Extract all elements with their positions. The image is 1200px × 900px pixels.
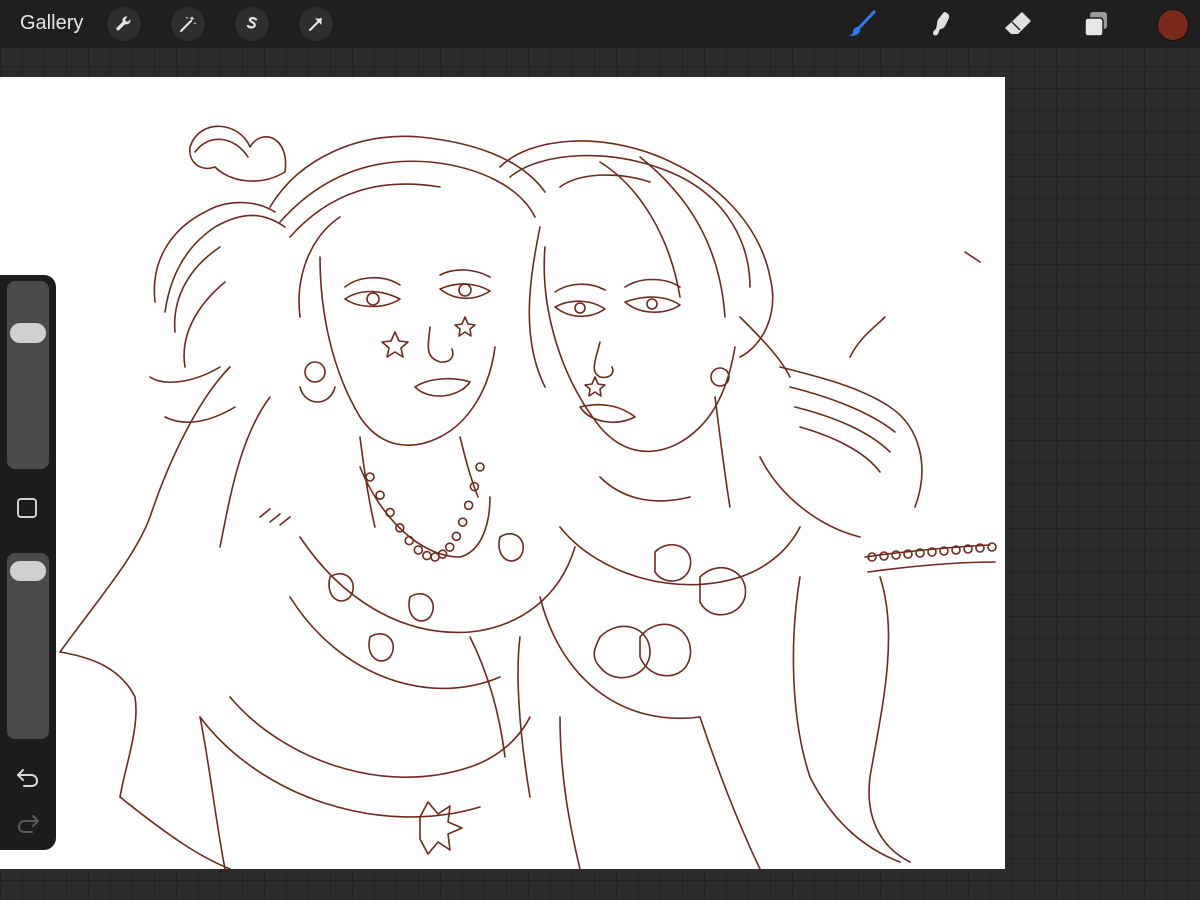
smudge-icon (933, 12, 950, 36)
bead (475, 462, 485, 472)
transform-arrow-icon (309, 18, 322, 31)
bead (457, 517, 468, 527)
layers-icon (1084, 12, 1107, 37)
modify-button[interactable] (17, 498, 37, 518)
transform-button[interactable] (299, 7, 333, 41)
eraser-tool-button[interactable] (1002, 8, 1034, 40)
bead (463, 500, 474, 511)
gallery-button[interactable]: Gallery (20, 12, 83, 35)
bead (430, 552, 440, 562)
selection-s-icon (246, 17, 258, 29)
bead (385, 507, 395, 518)
smudge-tool-button[interactable] (924, 8, 956, 40)
redo-icon (17, 815, 39, 833)
bead (413, 545, 424, 555)
left-sidebar (0, 275, 56, 850)
bead (879, 551, 889, 561)
selection-button[interactable] (235, 7, 269, 41)
top-toolbar: Gallery (0, 0, 1200, 48)
bead (444, 542, 455, 552)
brush-tool-button[interactable] (846, 8, 878, 40)
color-picker-button[interactable] (1157, 9, 1189, 41)
actions-button[interactable] (107, 7, 141, 41)
undo-button[interactable] (14, 763, 42, 791)
bead (365, 472, 375, 482)
redo-button[interactable] (14, 809, 42, 837)
opacity-slider[interactable] (7, 553, 49, 739)
bead (375, 490, 385, 500)
layers-button[interactable] (1080, 8, 1112, 40)
undo-icon (17, 769, 39, 787)
line-art-sketch (59, 125, 997, 869)
wrench-icon (116, 16, 131, 31)
brush-icon (849, 10, 876, 36)
brush-size-slider[interactable] (7, 281, 49, 469)
brush-size-thumb[interactable] (10, 323, 46, 343)
bead (404, 535, 415, 546)
bead (422, 550, 432, 561)
drawing-canvas[interactable] (0, 77, 1005, 869)
bead (451, 531, 462, 542)
bead (987, 542, 997, 552)
opacity-thumb[interactable] (10, 561, 46, 582)
eraser-icon (1005, 12, 1031, 34)
adjustments-button[interactable] (171, 7, 205, 41)
magic-wand-icon (180, 16, 197, 32)
